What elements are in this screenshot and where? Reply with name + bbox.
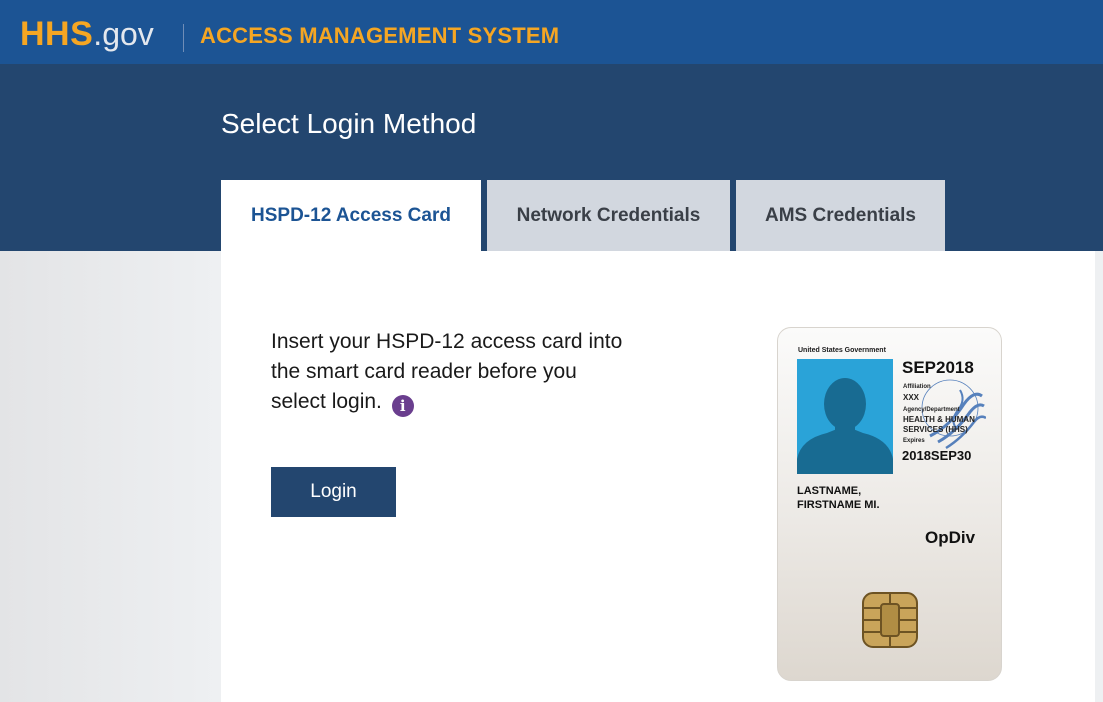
- hhs-gov-logo[interactable]: HHS .gov: [20, 14, 154, 54]
- tab-label: Network Credentials: [516, 204, 701, 226]
- left-background: [0, 251, 221, 702]
- card-name-line2: FIRSTNAME MI.: [797, 499, 880, 511]
- login-button[interactable]: Login: [271, 467, 396, 517]
- logo-hhs-text: HHS: [20, 15, 94, 53]
- card-agency-label: Agency/Department: [903, 407, 960, 413]
- tab-panel-hspd-12: Insert your HSPD-12 access card into the…: [221, 251, 1095, 702]
- top-header: HHS .gov ACCESS MANAGEMENT SYSTEM: [0, 0, 1103, 64]
- card-affiliation-label: Affiliation: [903, 384, 931, 390]
- tab-label: HSPD-12 Access Card: [251, 204, 451, 226]
- tab-label: AMS Credentials: [765, 204, 916, 226]
- card-name-line1: LASTNAME,: [797, 485, 862, 497]
- card-opdiv: OpDiv: [925, 528, 976, 547]
- info-icon[interactable]: i: [391, 395, 414, 417]
- tab-ams-credentials[interactable]: AMS Credentials: [736, 180, 945, 251]
- tab-network-credentials[interactable]: Network Credentials: [487, 180, 730, 251]
- page-title: Select Login Method: [221, 108, 477, 139]
- card-agency-line2: SERVICES (HHS): [903, 425, 968, 434]
- card-government-label: United States Government: [798, 347, 886, 354]
- logo-gov-text: .gov: [93, 16, 154, 52]
- card-expires-value: 2018SEP30: [902, 448, 972, 463]
- tab-hspd-12-access-card[interactable]: HSPD-12 Access Card: [221, 180, 481, 251]
- instructions: Insert your HSPD-12 access card into the…: [271, 327, 631, 417]
- instructions-text: Insert your HSPD-12 access card into the…: [271, 330, 623, 413]
- card-expires-label: Expires: [903, 438, 925, 444]
- card-expiry: SEP2018: [902, 358, 974, 377]
- card-name: LASTNAME, FIRSTNAME MI.: [797, 484, 880, 512]
- smart-card-chip-icon: [862, 592, 918, 648]
- card-agency-line1: HEALTH & HUMAN: [903, 415, 975, 424]
- person-silhouette-icon: [797, 378, 893, 474]
- card-affiliation-value: XXX: [903, 393, 920, 402]
- card-photo: [797, 359, 893, 474]
- piv-card-image: United States Government SEP2018 Affilia…: [777, 327, 1002, 681]
- system-title: ACCESS MANAGEMENT SYSTEM: [200, 23, 560, 48]
- right-background: [1095, 251, 1103, 702]
- header-divider: [183, 24, 184, 52]
